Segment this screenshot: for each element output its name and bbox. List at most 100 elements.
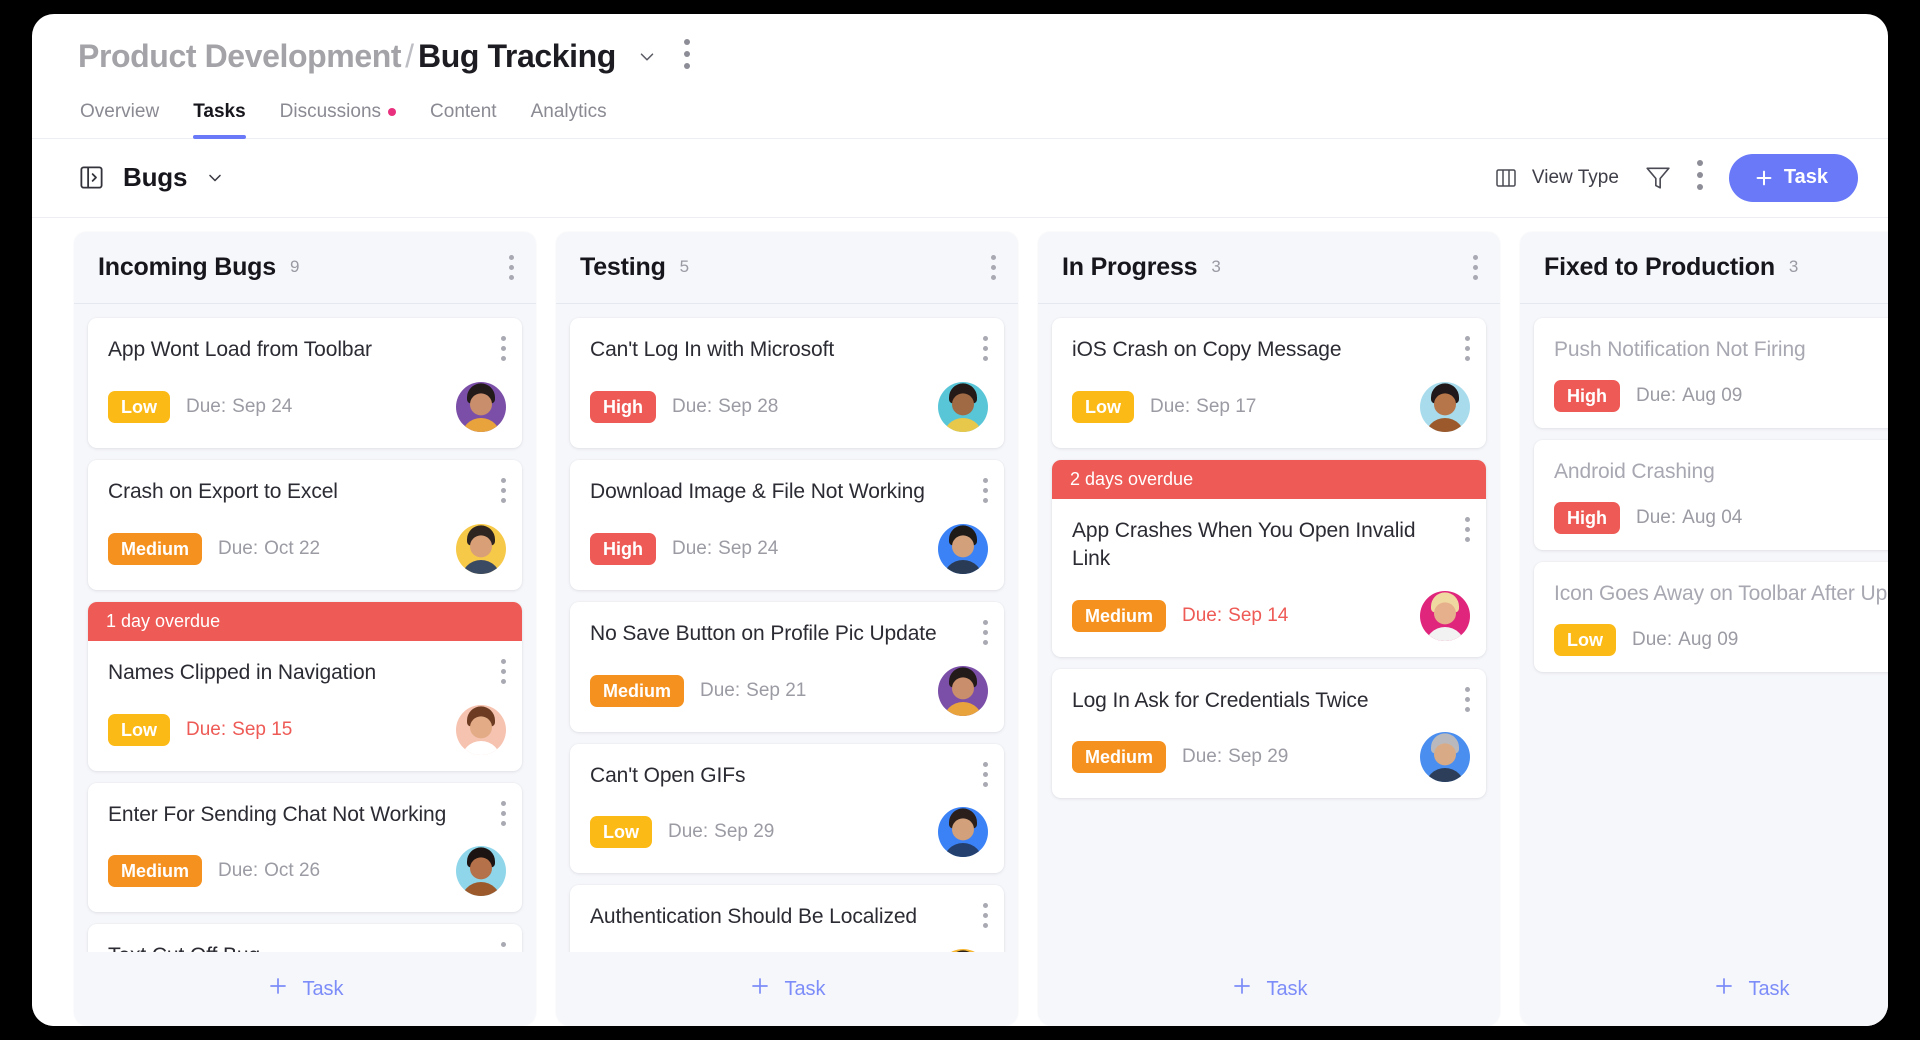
task-menu-icon[interactable] (1465, 335, 1470, 361)
add-card-label: Task (1748, 977, 1790, 1000)
task-menu-icon[interactable] (983, 903, 988, 929)
due-value: Oct 26 (264, 860, 321, 882)
avatar[interactable] (938, 381, 988, 432)
avatar[interactable] (456, 704, 506, 755)
task-menu-icon[interactable] (501, 800, 506, 826)
column-menu-icon[interactable] (509, 254, 514, 280)
add-card-button[interactable]: Task (1038, 952, 1500, 1026)
add-card-button[interactable]: Task (74, 952, 536, 1026)
breadcrumb-parent[interactable]: Product Development (78, 38, 402, 75)
tab-label: Discussions (279, 101, 382, 122)
task-card[interactable]: 1 day overdue Names Clipped in Navigation… (88, 601, 522, 771)
task-card[interactable]: Push Notification Not Firing High Due: Aug … (1534, 317, 1888, 428)
task-menu-icon[interactable] (983, 619, 988, 645)
view-type-button[interactable]: View Type (1493, 166, 1619, 190)
task-card[interactable]: App Wont Load from Toolbar Low Due: Sep 24 (88, 317, 522, 448)
task-card[interactable]: Log In Ask for Credentials Twice Medium Du… (1052, 668, 1486, 799)
due-value: Sep 29 (1228, 746, 1289, 768)
due-label: Due: (186, 718, 227, 740)
column-title: In Progress (1062, 252, 1198, 281)
due-value: Aug 09 (1682, 384, 1743, 406)
task-card[interactable]: No Save Button on Profile Pic Update Medi… (570, 601, 1004, 732)
task-menu-icon[interactable] (983, 477, 988, 503)
task-menu-icon[interactable] (983, 335, 988, 361)
add-card-label: Task (1266, 977, 1308, 1000)
header-overflow-menu-icon[interactable] (683, 38, 690, 75)
tab-content[interactable]: Content (430, 101, 497, 139)
due-value: Sep 15 (232, 718, 293, 740)
column-menu-icon[interactable] (991, 254, 996, 280)
column-menu-icon[interactable] (1473, 254, 1478, 280)
avatar[interactable] (1420, 381, 1470, 432)
due-label: Due: (186, 395, 227, 417)
task-card[interactable]: Download Image & File Not Working High Due… (570, 459, 1004, 590)
task-card[interactable]: Crash on Export to Excel Medium Due: Oct 22 (88, 459, 522, 590)
task-card[interactable]: Can't Open GIFs Low Due: Sep 29 (570, 743, 1004, 874)
tab-tasks[interactable]: Tasks (193, 101, 247, 139)
add-card-label: Task (302, 977, 344, 1000)
task-menu-icon[interactable] (501, 942, 506, 952)
chevron-down-icon[interactable] (636, 46, 658, 68)
avatar[interactable] (456, 381, 506, 432)
task-card[interactable]: 2 days overdue App Crashes When You Open … (1052, 459, 1486, 657)
avatar[interactable] (938, 807, 988, 858)
task-card[interactable]: Can't Log In with Microsoft High Due: Sep 2… (570, 317, 1004, 448)
due-label: Due: (218, 860, 259, 882)
tab-label: Content (430, 101, 497, 122)
task-title: Can't Log In with Microsoft (590, 337, 835, 361)
due-value: Sep 17 (1196, 395, 1257, 417)
priority-badge: Medium (590, 674, 685, 707)
task-menu-icon[interactable] (501, 335, 506, 361)
avatar[interactable] (1420, 732, 1470, 783)
due-label: Due: (218, 537, 259, 559)
column-title: Incoming Bugs (98, 252, 276, 281)
due-label: Due: (672, 537, 713, 559)
tab-overview[interactable]: Overview (80, 101, 159, 139)
task-card[interactable]: Icon Goes Away on Toolbar After Update Lo… (1534, 561, 1888, 672)
plus-icon (748, 974, 772, 1004)
tab-analytics[interactable]: Analytics (531, 101, 607, 139)
due-label: Due: (1636, 384, 1677, 406)
column-header: Incoming Bugs 9 (74, 232, 536, 304)
due-value: Sep 28 (718, 395, 779, 417)
due-date: Due: Sep 28 (672, 396, 778, 418)
due-label: Due: (672, 395, 713, 417)
add-card-button[interactable]: Task (556, 952, 1018, 1026)
due-label: Due: (1636, 506, 1677, 528)
task-card[interactable]: iOS Crash on Copy Message Low Due: Sep 17 (1052, 317, 1486, 448)
task-menu-icon[interactable] (1465, 686, 1470, 712)
avatar[interactable] (456, 846, 506, 897)
task-card[interactable]: Authentication Should Be LocalizedLowDue… (570, 885, 1004, 953)
task-title: Log In Ask for Credentials Twice (1072, 688, 1369, 712)
breadcrumb-separator: / (405, 38, 415, 74)
due-value: Sep 21 (746, 679, 807, 701)
priority-badge: High (590, 390, 656, 423)
due-value: Oct 22 (264, 537, 321, 559)
add-card-button[interactable]: Task (1520, 952, 1888, 1026)
task-menu-icon[interactable] (501, 477, 506, 503)
task-menu-icon[interactable] (983, 761, 988, 787)
task-title: Can't Open GIFs (590, 763, 746, 787)
due-date: Due: Aug 09 (1636, 385, 1742, 407)
task-card[interactable]: Text Cut Off BugLowDue:Sep 27 (88, 924, 522, 953)
avatar[interactable] (938, 665, 988, 716)
notification-dot-icon (388, 108, 397, 116)
avatar[interactable] (1420, 590, 1470, 641)
avatar[interactable] (456, 523, 506, 574)
task-menu-icon[interactable] (1465, 516, 1470, 542)
toolbar-overflow-menu-icon[interactable] (1696, 159, 1703, 196)
priority-badge: Medium (108, 855, 203, 888)
panel-expand-icon[interactable] (78, 164, 105, 191)
tab-discussions[interactable]: Discussions (279, 101, 397, 139)
overdue-banner: 1 day overdue (88, 601, 522, 641)
task-menu-icon[interactable] (501, 658, 506, 684)
board-chevron-down-icon[interactable] (205, 168, 225, 188)
task-card[interactable]: Android Crashing High Due: Aug 04 (1534, 439, 1888, 550)
filter-icon[interactable] (1645, 165, 1671, 191)
add-task-button[interactable]: Task (1728, 153, 1858, 202)
plus-icon (266, 974, 290, 1004)
task-card[interactable]: Enter For Sending Chat Not Working Medium… (88, 782, 522, 913)
board-name[interactable]: Bugs (123, 162, 187, 193)
due-date: Due: Sep 29 (1182, 746, 1288, 768)
avatar[interactable] (938, 523, 988, 574)
